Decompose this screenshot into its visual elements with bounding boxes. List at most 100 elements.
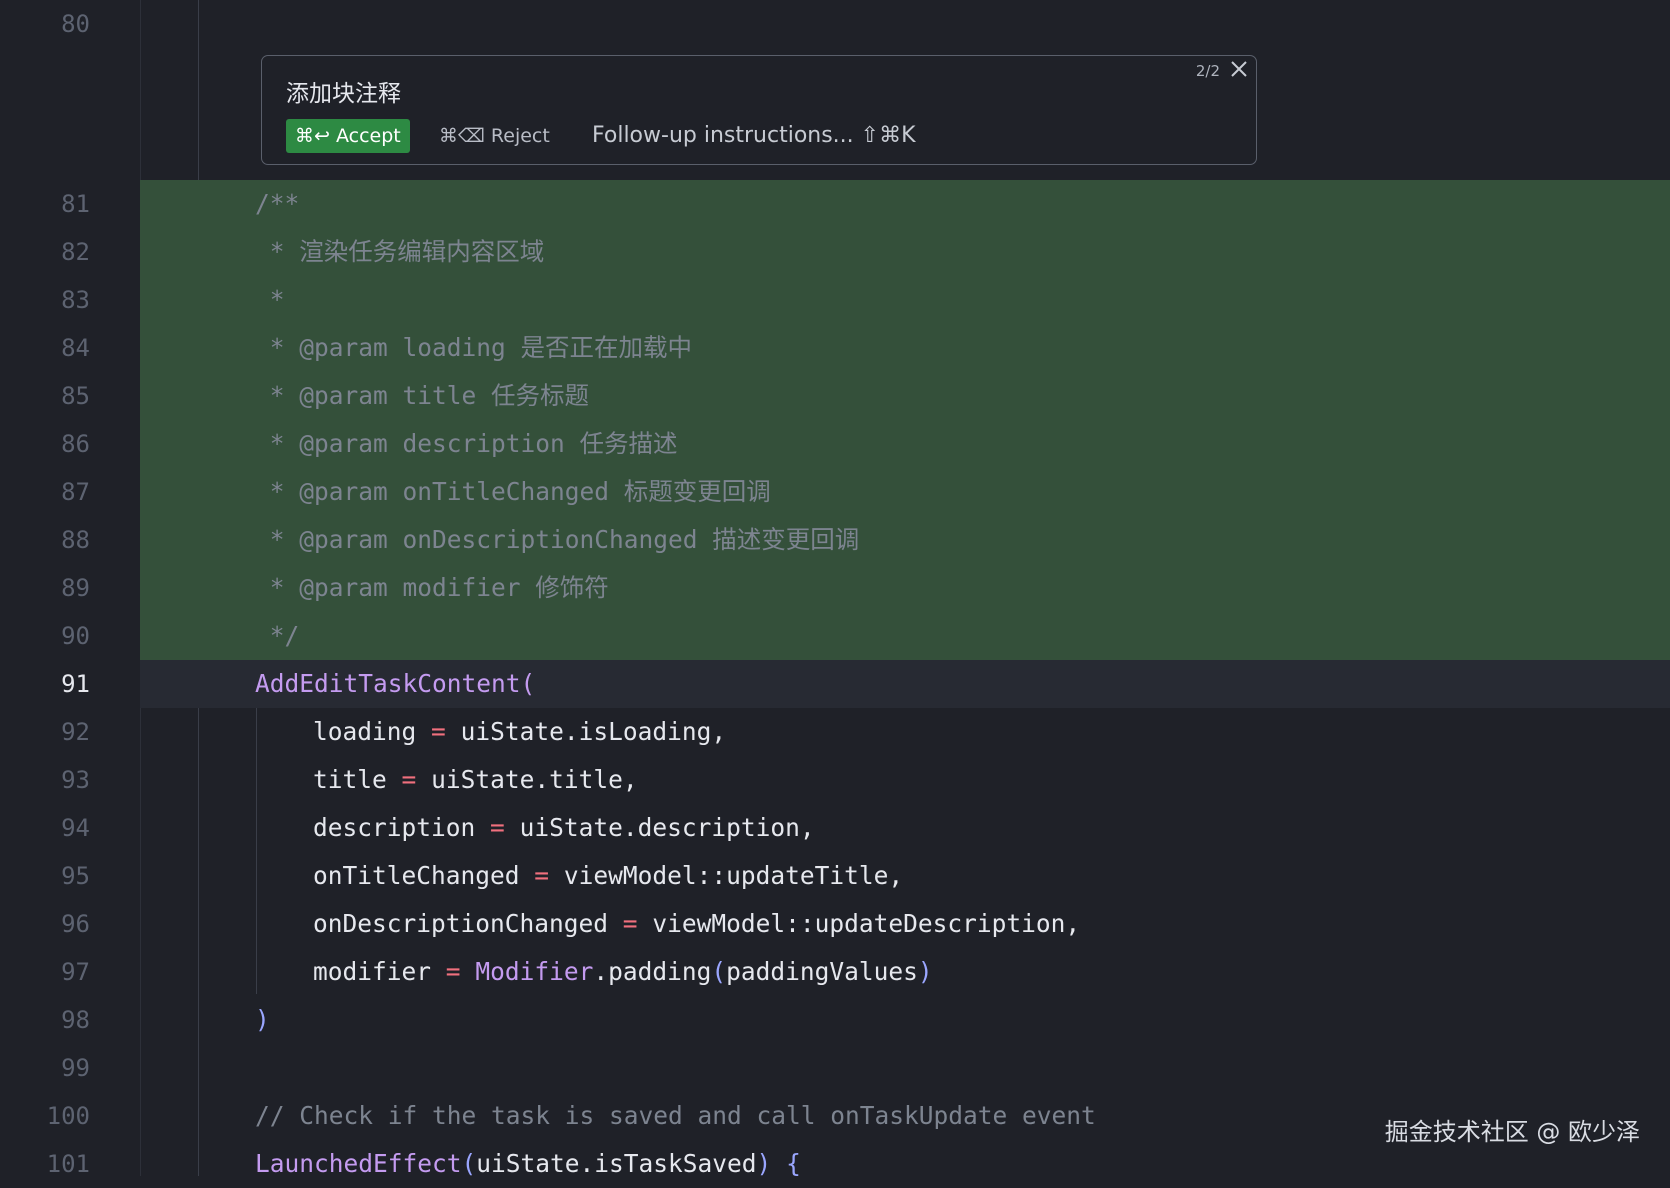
- line-number: 87: [61, 478, 90, 506]
- open-brace: {: [771, 1149, 801, 1178]
- code-line-87[interactable]: 87 * @param onTitleChanged 标题变更回调: [0, 468, 1670, 516]
- code-text: * @param modifier 修饰符: [255, 573, 609, 602]
- function-name: AddEditTaskContent: [255, 669, 521, 698]
- code-line-99[interactable]: 99: [0, 1044, 1670, 1092]
- line-number: 88: [61, 526, 90, 554]
- added-line-highlight: [140, 612, 1670, 660]
- line-number: 86: [61, 430, 90, 458]
- followup-input[interactable]: Follow-up instructions... ⇧⌘K: [592, 116, 1212, 156]
- param-name: onDescriptionChanged: [313, 909, 609, 938]
- line-number: 98: [61, 1006, 90, 1034]
- code-line-81[interactable]: 81 /**: [0, 180, 1670, 228]
- watermark: 掘金技术社区 @ 欧少泽: [1384, 1118, 1640, 1146]
- code-line-89[interactable]: 89 * @param modifier 修饰符: [0, 564, 1670, 612]
- line-number: 82: [61, 238, 90, 266]
- close-icon[interactable]: [1228, 58, 1250, 80]
- line-number: 85: [61, 382, 90, 410]
- code-line-83[interactable]: 83 *: [0, 276, 1670, 324]
- reject-button[interactable]: ⌘⌫ Reject: [439, 119, 550, 153]
- accept-button[interactable]: ⌘↩ Accept: [286, 119, 410, 153]
- code-text: AddEditTaskContent(: [255, 660, 535, 708]
- code-line-94[interactable]: 94 description = uiState.description,: [0, 804, 1670, 852]
- code-comment: // Check if the task is saved and call o…: [255, 1101, 1096, 1130]
- code-text: * @param loading 是否正在加载中: [255, 333, 693, 362]
- code-text: */: [255, 621, 300, 650]
- assign-operator: =: [622, 909, 638, 938]
- argument: uiState.isTaskSaved: [476, 1149, 757, 1178]
- code-line-91[interactable]: 91 AddEditTaskContent(: [0, 660, 1670, 708]
- code-line-95[interactable]: 95 onTitleChanged = viewModel::updateTit…: [0, 852, 1670, 900]
- param-value: viewModel::updateTitle,: [563, 861, 904, 890]
- code-line-88[interactable]: 88 * @param onDescriptionChanged 描述变更回调: [0, 516, 1670, 564]
- close-paren: ): [255, 1005, 270, 1034]
- code-text: LaunchedEffect(uiState.isTaskSaved) {: [255, 1140, 801, 1188]
- line-number: 89: [61, 574, 90, 602]
- assign-operator: =: [431, 717, 446, 746]
- code-text: /**: [255, 189, 300, 218]
- accept-label: Accept: [335, 125, 401, 147]
- line-number: 80: [61, 10, 90, 38]
- line-number: 83: [61, 286, 90, 314]
- code-line-97[interactable]: 97 modifier = Modifier.padding(paddingVa…: [0, 948, 1670, 996]
- line-number: 84: [61, 334, 90, 362]
- line-number: 92: [61, 718, 90, 746]
- code-text: * @param title 任务标题: [255, 381, 590, 410]
- line-number: 96: [61, 910, 90, 938]
- line-number: 100: [46, 1102, 90, 1130]
- reject-shortcut: ⌘⌫: [439, 125, 485, 147]
- line-number: 90: [61, 622, 90, 650]
- code-text: *: [255, 285, 285, 314]
- added-line-highlight: [140, 276, 1670, 324]
- code-line-86[interactable]: 86 * @param description 任务描述: [0, 420, 1670, 468]
- open-paren: (: [461, 1149, 477, 1178]
- param-name: title: [313, 765, 387, 794]
- line-number: 81: [61, 190, 90, 218]
- code-line-93[interactable]: 93 title = uiState.title,: [0, 756, 1670, 804]
- code-line-84[interactable]: 84 * @param loading 是否正在加载中: [0, 324, 1670, 372]
- param-value: uiState.isLoading,: [460, 717, 727, 746]
- close-paren: ): [756, 1149, 772, 1178]
- code-line-101[interactable]: 101 LaunchedEffect(uiState.isTaskSaved) …: [0, 1140, 1670, 1188]
- close-paren: ): [917, 957, 933, 986]
- line-number: 95: [61, 862, 90, 890]
- param-value: viewModel::updateDescription,: [652, 909, 1081, 938]
- param-value: uiState.title,: [431, 765, 638, 794]
- code-editor[interactable]: 80 81 /** 82 * 渲染任务编辑内容区域 83 * 84 * @par…: [0, 0, 1670, 1178]
- param-name: loading: [313, 717, 417, 746]
- assign-operator: =: [445, 957, 461, 986]
- followup-placeholder: Follow-up instructions...: [592, 123, 854, 148]
- code-text: onDescriptionChanged = viewModel::update…: [313, 900, 1080, 948]
- param-name: onTitleChanged: [313, 861, 520, 890]
- code-text: description = uiState.description,: [313, 804, 815, 852]
- code-line-90[interactable]: 90 */: [0, 612, 1670, 660]
- assign-operator: =: [490, 813, 505, 842]
- code-text: onTitleChanged = viewModel::updateTitle,: [313, 852, 903, 900]
- code-text: * @param onTitleChanged 标题变更回调: [255, 477, 771, 506]
- assign-operator: =: [534, 861, 550, 890]
- code-line-98[interactable]: 98 ): [0, 996, 1670, 1044]
- widget-title: 添加块注释: [286, 81, 401, 107]
- code-line-85[interactable]: 85 * @param title 任务标题: [0, 372, 1670, 420]
- open-paren: (: [520, 669, 536, 698]
- class-name: Modifier: [475, 957, 594, 986]
- code-line-82[interactable]: 82 * 渲染任务编辑内容区域: [0, 228, 1670, 276]
- line-number: 91: [61, 670, 90, 698]
- line-number: 101: [46, 1150, 90, 1178]
- line-number: 97: [61, 958, 90, 986]
- code-text: * @param onDescriptionChanged 描述变更回调: [255, 525, 860, 554]
- code-line-80[interactable]: 80: [0, 0, 1670, 48]
- code-text: title = uiState.title,: [313, 756, 638, 804]
- line-number: 99: [61, 1054, 90, 1082]
- code-line-96[interactable]: 96 onDescriptionChanged = viewModel::upd…: [0, 900, 1670, 948]
- method-call: .padding: [593, 957, 712, 986]
- param-name: modifier: [313, 957, 432, 986]
- line-number: 94: [61, 814, 90, 842]
- code-line-92[interactable]: 92 loading = uiState.isLoading,: [0, 708, 1670, 756]
- accept-shortcut: ⌘↩: [295, 125, 330, 147]
- diff-counter: 2/2: [1195, 62, 1220, 80]
- open-paren: (: [711, 957, 727, 986]
- param-name: description: [313, 813, 476, 842]
- argument: paddingValues: [726, 957, 918, 986]
- added-line-highlight: [140, 180, 1670, 228]
- code-text: * @param description 任务描述: [255, 429, 678, 458]
